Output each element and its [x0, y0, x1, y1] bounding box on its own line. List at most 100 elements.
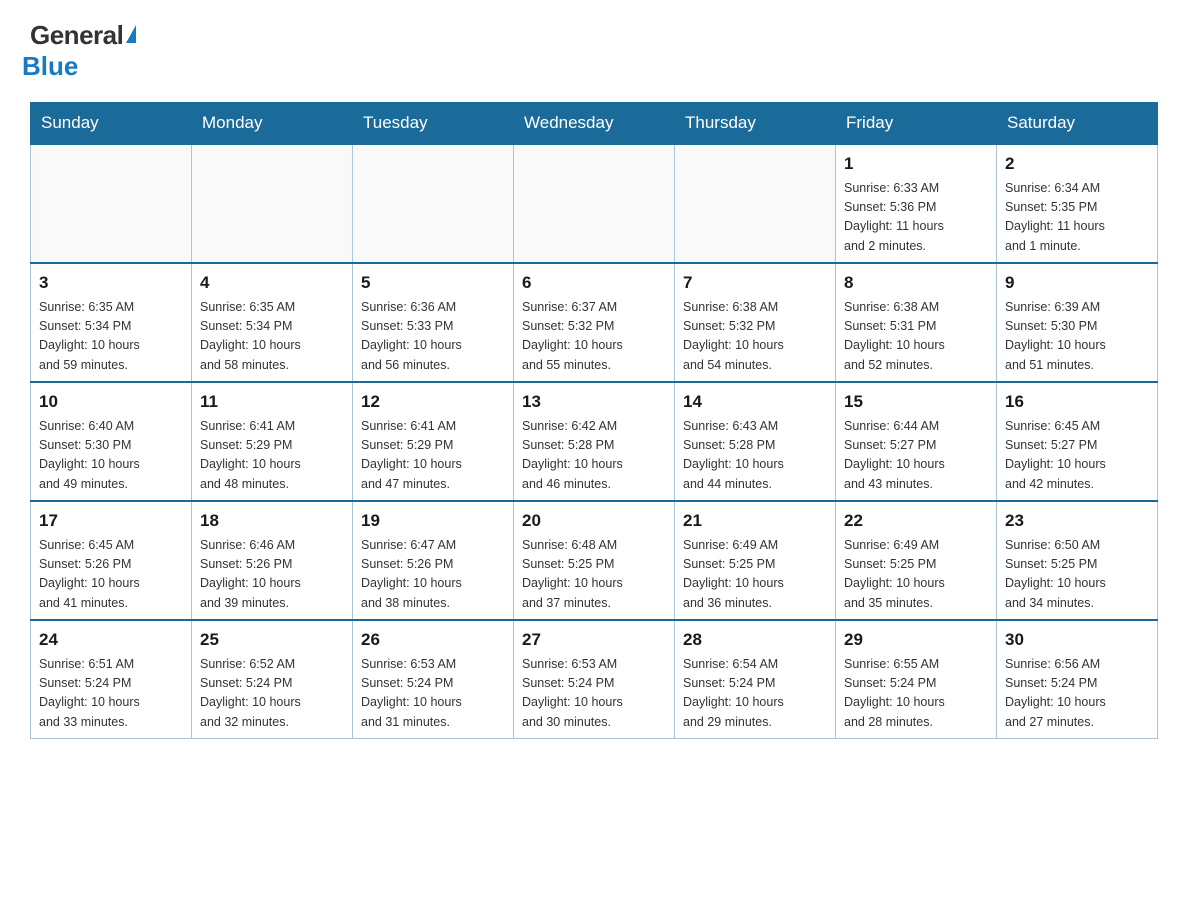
day-number: 25 — [200, 627, 344, 653]
day-info: Sunrise: 6:49 AMSunset: 5:25 PMDaylight:… — [683, 536, 827, 614]
day-number: 15 — [844, 389, 988, 415]
day-number: 6 — [522, 270, 666, 296]
day-number: 11 — [200, 389, 344, 415]
logo-general-text: General — [30, 20, 123, 51]
page-header: General Blue — [30, 20, 1158, 82]
day-number: 9 — [1005, 270, 1149, 296]
day-info: Sunrise: 6:44 AMSunset: 5:27 PMDaylight:… — [844, 417, 988, 495]
weekday-header-monday: Monday — [192, 103, 353, 145]
day-number: 21 — [683, 508, 827, 534]
calendar-cell: 22Sunrise: 6:49 AMSunset: 5:25 PMDayligh… — [836, 501, 997, 620]
weekday-header-friday: Friday — [836, 103, 997, 145]
calendar-cell: 20Sunrise: 6:48 AMSunset: 5:25 PMDayligh… — [514, 501, 675, 620]
weekday-header-row: SundayMondayTuesdayWednesdayThursdayFrid… — [31, 103, 1158, 145]
day-info: Sunrise: 6:53 AMSunset: 5:24 PMDaylight:… — [361, 655, 505, 733]
week-row-3: 10Sunrise: 6:40 AMSunset: 5:30 PMDayligh… — [31, 382, 1158, 501]
day-number: 29 — [844, 627, 988, 653]
day-number: 4 — [200, 270, 344, 296]
calendar-cell: 2Sunrise: 6:34 AMSunset: 5:35 PMDaylight… — [997, 144, 1158, 263]
day-number: 27 — [522, 627, 666, 653]
calendar-cell — [31, 144, 192, 263]
week-row-5: 24Sunrise: 6:51 AMSunset: 5:24 PMDayligh… — [31, 620, 1158, 739]
day-info: Sunrise: 6:45 AMSunset: 5:26 PMDaylight:… — [39, 536, 183, 614]
day-number: 22 — [844, 508, 988, 534]
calendar-cell: 7Sunrise: 6:38 AMSunset: 5:32 PMDaylight… — [675, 263, 836, 382]
day-info: Sunrise: 6:50 AMSunset: 5:25 PMDaylight:… — [1005, 536, 1149, 614]
calendar-cell: 5Sunrise: 6:36 AMSunset: 5:33 PMDaylight… — [353, 263, 514, 382]
day-number: 7 — [683, 270, 827, 296]
day-info: Sunrise: 6:38 AMSunset: 5:31 PMDaylight:… — [844, 298, 988, 376]
weekday-header-saturday: Saturday — [997, 103, 1158, 145]
weekday-header-thursday: Thursday — [675, 103, 836, 145]
day-number: 10 — [39, 389, 183, 415]
day-number: 14 — [683, 389, 827, 415]
calendar-cell: 13Sunrise: 6:42 AMSunset: 5:28 PMDayligh… — [514, 382, 675, 501]
day-info: Sunrise: 6:39 AMSunset: 5:30 PMDaylight:… — [1005, 298, 1149, 376]
calendar-cell: 17Sunrise: 6:45 AMSunset: 5:26 PMDayligh… — [31, 501, 192, 620]
weekday-header-tuesday: Tuesday — [353, 103, 514, 145]
calendar-cell: 9Sunrise: 6:39 AMSunset: 5:30 PMDaylight… — [997, 263, 1158, 382]
day-info: Sunrise: 6:54 AMSunset: 5:24 PMDaylight:… — [683, 655, 827, 733]
calendar-cell: 21Sunrise: 6:49 AMSunset: 5:25 PMDayligh… — [675, 501, 836, 620]
day-info: Sunrise: 6:47 AMSunset: 5:26 PMDaylight:… — [361, 536, 505, 614]
calendar-cell: 24Sunrise: 6:51 AMSunset: 5:24 PMDayligh… — [31, 620, 192, 739]
day-info: Sunrise: 6:46 AMSunset: 5:26 PMDaylight:… — [200, 536, 344, 614]
day-info: Sunrise: 6:49 AMSunset: 5:25 PMDaylight:… — [844, 536, 988, 614]
calendar-cell: 12Sunrise: 6:41 AMSunset: 5:29 PMDayligh… — [353, 382, 514, 501]
calendar-cell: 26Sunrise: 6:53 AMSunset: 5:24 PMDayligh… — [353, 620, 514, 739]
day-number: 2 — [1005, 151, 1149, 177]
week-row-1: 1Sunrise: 6:33 AMSunset: 5:36 PMDaylight… — [31, 144, 1158, 263]
day-info: Sunrise: 6:51 AMSunset: 5:24 PMDaylight:… — [39, 655, 183, 733]
day-info: Sunrise: 6:52 AMSunset: 5:24 PMDaylight:… — [200, 655, 344, 733]
calendar-cell — [675, 144, 836, 263]
day-info: Sunrise: 6:33 AMSunset: 5:36 PMDaylight:… — [844, 179, 988, 257]
calendar-cell: 19Sunrise: 6:47 AMSunset: 5:26 PMDayligh… — [353, 501, 514, 620]
calendar-cell: 11Sunrise: 6:41 AMSunset: 5:29 PMDayligh… — [192, 382, 353, 501]
calendar-table: SundayMondayTuesdayWednesdayThursdayFrid… — [30, 102, 1158, 739]
day-info: Sunrise: 6:35 AMSunset: 5:34 PMDaylight:… — [39, 298, 183, 376]
day-info: Sunrise: 6:53 AMSunset: 5:24 PMDaylight:… — [522, 655, 666, 733]
day-info: Sunrise: 6:43 AMSunset: 5:28 PMDaylight:… — [683, 417, 827, 495]
day-number: 5 — [361, 270, 505, 296]
day-number: 19 — [361, 508, 505, 534]
week-row-4: 17Sunrise: 6:45 AMSunset: 5:26 PMDayligh… — [31, 501, 1158, 620]
day-info: Sunrise: 6:38 AMSunset: 5:32 PMDaylight:… — [683, 298, 827, 376]
day-number: 24 — [39, 627, 183, 653]
weekday-header-sunday: Sunday — [31, 103, 192, 145]
day-number: 20 — [522, 508, 666, 534]
calendar-cell: 29Sunrise: 6:55 AMSunset: 5:24 PMDayligh… — [836, 620, 997, 739]
calendar-cell: 18Sunrise: 6:46 AMSunset: 5:26 PMDayligh… — [192, 501, 353, 620]
week-row-2: 3Sunrise: 6:35 AMSunset: 5:34 PMDaylight… — [31, 263, 1158, 382]
day-info: Sunrise: 6:34 AMSunset: 5:35 PMDaylight:… — [1005, 179, 1149, 257]
calendar-cell: 30Sunrise: 6:56 AMSunset: 5:24 PMDayligh… — [997, 620, 1158, 739]
day-number: 17 — [39, 508, 183, 534]
day-number: 8 — [844, 270, 988, 296]
day-info: Sunrise: 6:40 AMSunset: 5:30 PMDaylight:… — [39, 417, 183, 495]
calendar-cell: 28Sunrise: 6:54 AMSunset: 5:24 PMDayligh… — [675, 620, 836, 739]
calendar-cell — [192, 144, 353, 263]
day-number: 28 — [683, 627, 827, 653]
calendar-cell — [514, 144, 675, 263]
day-info: Sunrise: 6:42 AMSunset: 5:28 PMDaylight:… — [522, 417, 666, 495]
day-info: Sunrise: 6:56 AMSunset: 5:24 PMDaylight:… — [1005, 655, 1149, 733]
day-number: 18 — [200, 508, 344, 534]
calendar-cell: 1Sunrise: 6:33 AMSunset: 5:36 PMDaylight… — [836, 144, 997, 263]
day-info: Sunrise: 6:45 AMSunset: 5:27 PMDaylight:… — [1005, 417, 1149, 495]
logo-triangle-icon — [126, 25, 136, 43]
day-info: Sunrise: 6:37 AMSunset: 5:32 PMDaylight:… — [522, 298, 666, 376]
calendar-cell: 4Sunrise: 6:35 AMSunset: 5:34 PMDaylight… — [192, 263, 353, 382]
day-number: 3 — [39, 270, 183, 296]
day-number: 26 — [361, 627, 505, 653]
calendar-cell: 14Sunrise: 6:43 AMSunset: 5:28 PMDayligh… — [675, 382, 836, 501]
day-info: Sunrise: 6:36 AMSunset: 5:33 PMDaylight:… — [361, 298, 505, 376]
calendar-cell: 8Sunrise: 6:38 AMSunset: 5:31 PMDaylight… — [836, 263, 997, 382]
day-number: 30 — [1005, 627, 1149, 653]
weekday-header-wednesday: Wednesday — [514, 103, 675, 145]
calendar-cell: 3Sunrise: 6:35 AMSunset: 5:34 PMDaylight… — [31, 263, 192, 382]
calendar-cell: 15Sunrise: 6:44 AMSunset: 5:27 PMDayligh… — [836, 382, 997, 501]
day-number: 12 — [361, 389, 505, 415]
logo-blue-text: Blue — [22, 51, 78, 82]
day-number: 16 — [1005, 389, 1149, 415]
day-info: Sunrise: 6:35 AMSunset: 5:34 PMDaylight:… — [200, 298, 344, 376]
calendar-cell: 23Sunrise: 6:50 AMSunset: 5:25 PMDayligh… — [997, 501, 1158, 620]
